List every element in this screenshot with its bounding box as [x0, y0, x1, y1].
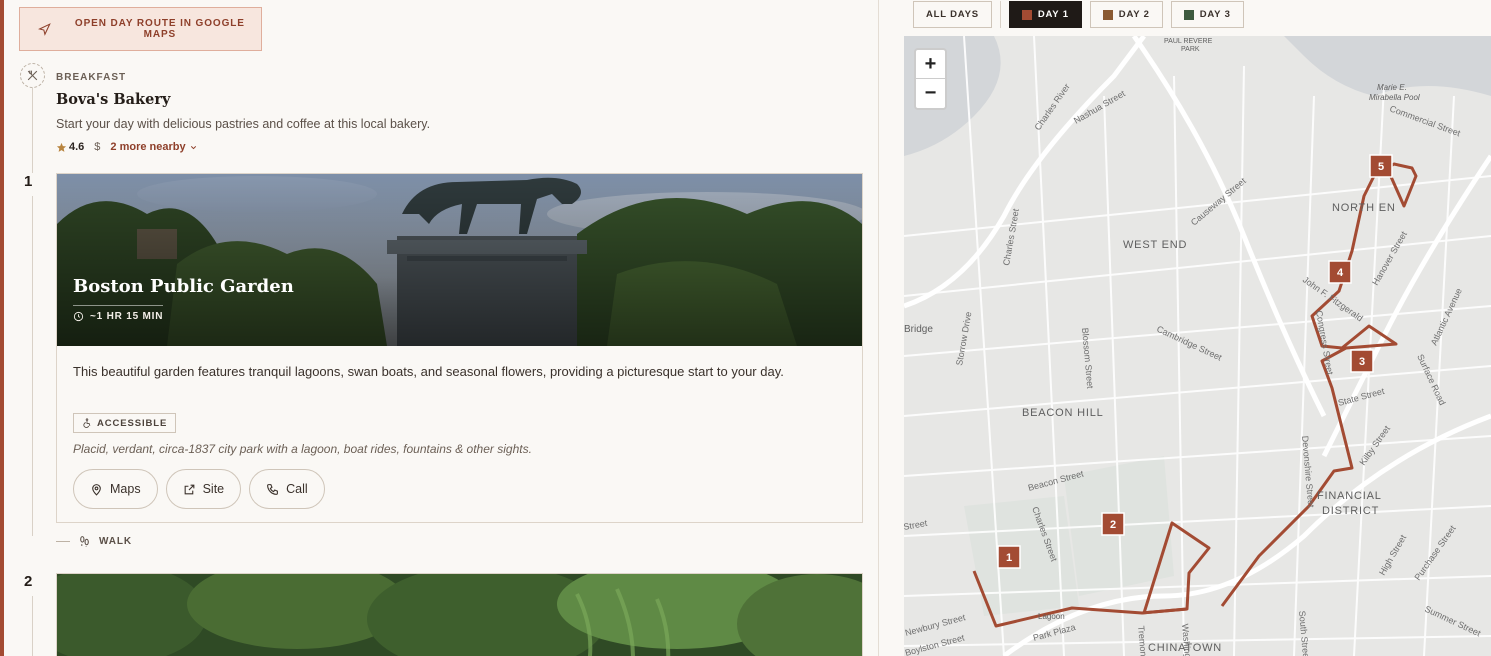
marker-label-1: 1	[1006, 552, 1012, 564]
day-1-label: DAY 1	[1037, 9, 1069, 20]
day-1-button[interactable]: DAY 1	[1008, 1, 1082, 28]
stop-description: This beautiful garden features tranquil …	[73, 364, 784, 379]
rating-value: 4.6	[69, 141, 85, 153]
label-district: DISTRICT	[1322, 505, 1379, 517]
day-2-label: DAY 2	[1118, 9, 1150, 20]
utensils-icon	[20, 63, 45, 88]
maps-button[interactable]: Maps	[73, 469, 158, 509]
timeline-line	[32, 596, 33, 656]
map-panel: ALL DAYS DAY 1 DAY 2 DAY 3 1 2 3 4 5 WES…	[879, 0, 1491, 656]
open-route-button[interactable]: OPEN DAY ROUTE IN GOOGLE MAPS	[19, 7, 262, 51]
day-3-swatch	[1183, 9, 1194, 20]
transit-label: WALK	[99, 536, 133, 547]
timeline-line	[32, 196, 33, 536]
label-paul-revere: PAUL REVERE	[1164, 38, 1213, 45]
price-level: $	[94, 141, 101, 153]
stop-duration: ~1 HR 15 MIN	[73, 311, 163, 322]
site-button[interactable]: Site	[165, 469, 242, 509]
meal-meta: 4.6 $ 2 more nearby	[56, 141, 198, 153]
stop-actions: Maps Site Call	[73, 469, 325, 509]
call-button[interactable]: Call	[249, 469, 325, 509]
meal-rating: 4.6	[56, 141, 84, 153]
day-filter: ALL DAYS DAY 1 DAY 2 DAY 3	[913, 1, 1244, 28]
accessible-badge: ACCESSIBLE	[73, 413, 177, 433]
wheelchair-icon	[83, 418, 91, 428]
badge-label: ACCESSIBLE	[97, 417, 168, 429]
call-label: Call	[286, 482, 308, 496]
label-paul-revere-park: PARK	[1181, 46, 1200, 53]
nearby-label: 2 more nearby	[110, 141, 186, 153]
label-west-end: WEST END	[1123, 239, 1187, 251]
all-days-button[interactable]: ALL DAYS	[913, 1, 992, 28]
stop-hero-image	[56, 573, 863, 656]
itinerary-panel: OPEN DAY ROUTE IN GOOGLE MAPS BREAKFAST …	[4, 0, 878, 656]
route-map[interactable]: 1 2 3 4 5 WEST END BEACON HILL NORTH EN …	[904, 36, 1491, 656]
stop-card: Boston Public Garden ~1 HR 15 MIN This b…	[56, 173, 863, 523]
footprints-icon	[80, 536, 89, 547]
chevron-down-icon	[190, 145, 196, 149]
duration-label: ~1 HR 15 MIN	[90, 311, 164, 322]
stop-number: 1	[24, 173, 33, 190]
meal-name: Bova's Bakery	[56, 91, 171, 108]
zoom-in-button[interactable]: +	[916, 50, 945, 79]
label-beacon-hill: BEACON HILL	[1022, 407, 1104, 419]
maps-label: Maps	[110, 482, 141, 496]
transit-walk: WALK	[56, 535, 132, 548]
star-icon	[56, 142, 67, 152]
map-canvas: 1 2 3 4 5 WEST END BEACON HILL NORTH EN …	[904, 36, 1491, 656]
marker-label-4: 4	[1337, 267, 1344, 279]
clock-icon	[73, 311, 84, 322]
meal-type-label: BREAKFAST	[56, 72, 127, 83]
stop-title: Boston Public Garden	[73, 276, 294, 297]
marker-label-3: 3	[1359, 356, 1365, 368]
open-route-label: OPEN DAY ROUTE IN GOOGLE MAPS	[74, 18, 245, 40]
phone-icon	[267, 483, 279, 495]
label-financial: FINANCIAL	[1317, 490, 1382, 502]
stop-number: 2	[24, 573, 33, 590]
stop-note: Placid, verdant, circa-1837 city park wi…	[73, 442, 532, 456]
label-mirabella-pool: Mirabella Pool	[1369, 93, 1420, 102]
navigation-icon	[38, 22, 51, 36]
day-3-label: DAY 3	[1199, 9, 1231, 20]
map-pin-icon	[92, 483, 101, 496]
label-lagoon: Lagoon	[1038, 612, 1065, 621]
label-bridge: Bridge	[904, 324, 933, 335]
day-1-swatch	[1021, 9, 1032, 20]
all-days-label: ALL DAYS	[926, 9, 979, 20]
day-3-button[interactable]: DAY 3	[1170, 1, 1244, 28]
timeline-line	[32, 88, 33, 173]
marker-label-2: 2	[1110, 519, 1116, 531]
filter-separator	[999, 1, 1001, 28]
site-label: Site	[202, 482, 225, 496]
marker-label-5: 5	[1378, 161, 1384, 173]
title-underline	[73, 305, 163, 306]
day-2-button[interactable]: DAY 2	[1089, 1, 1163, 28]
stop-hero-image: Boston Public Garden ~1 HR 15 MIN	[57, 174, 862, 346]
label-north-end: NORTH EN	[1332, 202, 1396, 214]
meal-description: Start your day with delicious pastries a…	[56, 117, 431, 131]
nearby-toggle[interactable]: 2 more nearby	[110, 141, 197, 153]
label-mirabella: Marie E.	[1377, 83, 1407, 92]
zoom-out-button[interactable]: −	[916, 79, 945, 108]
external-link-icon	[184, 484, 194, 494]
day-2-swatch	[1102, 9, 1113, 20]
transit-dash	[56, 541, 70, 542]
zoom-control: + −	[914, 48, 947, 110]
